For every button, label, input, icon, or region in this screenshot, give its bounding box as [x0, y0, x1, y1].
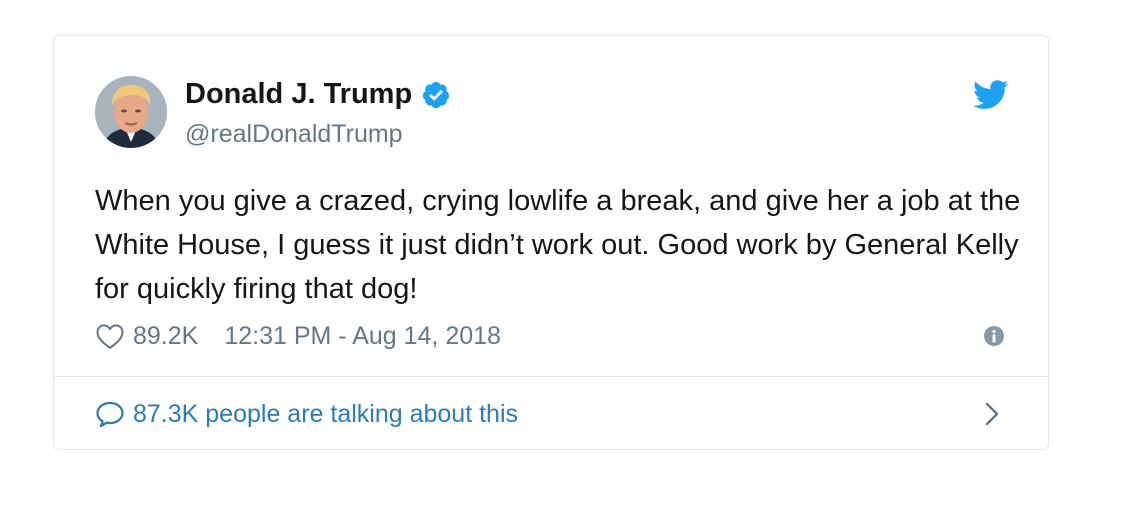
like-count[interactable]: 89.2K: [133, 322, 198, 351]
avatar[interactable]: [95, 76, 167, 148]
tweet-timestamp[interactable]: 12:31 PM - Aug 14, 2018: [224, 322, 501, 351]
author-display-name[interactable]: Donald J. Trump: [185, 78, 451, 111]
verified-badge-icon: [423, 81, 450, 108]
tweet-text: When you give a crazed, crying lowlife a…: [95, 185, 1021, 305]
author-name-text[interactable]: Donald J. Trump: [185, 78, 412, 111]
author-handle[interactable]: @realDonaldTrump: [185, 120, 403, 149]
card-divider: [54, 376, 1048, 377]
tweet-meta: 89.2K 12:31 PM - Aug 14, 2018: [95, 318, 501, 354]
conversation-link[interactable]: 87.3K people are talking about this: [95, 396, 518, 432]
embedded-tweet-card: Donald J. Trump @realDonaldTrump When yo…: [53, 35, 1049, 450]
heart-icon[interactable]: [95, 322, 125, 350]
speech-bubble-icon: [96, 401, 124, 428]
chevron-right-icon[interactable]: [984, 401, 1000, 427]
twitter-bird-icon[interactable]: [973, 80, 1009, 110]
conversation-count-text[interactable]: 87.3K people are talking about this: [133, 400, 518, 429]
info-icon[interactable]: [983, 325, 1005, 347]
